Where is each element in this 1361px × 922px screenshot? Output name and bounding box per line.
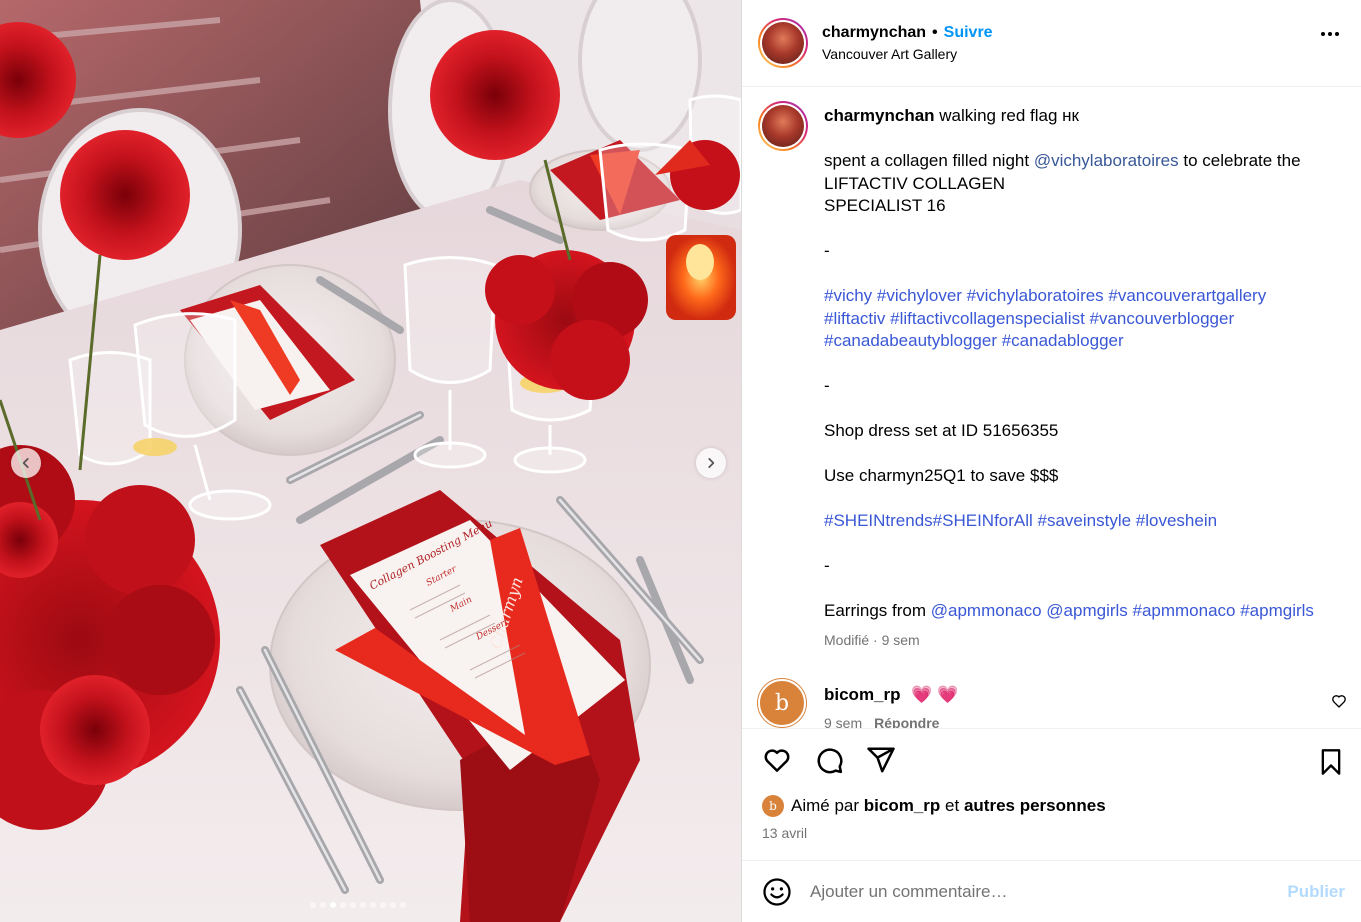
post-modal: Charmyn Collagen Boosting Menu Starter M… [0, 0, 1361, 922]
add-comment-bar: Publier [742, 860, 1361, 922]
comment-text: 💗 💗 [911, 685, 959, 704]
comment-age: 9 sem [824, 715, 863, 728]
carousel-next-button[interactable] [696, 448, 726, 478]
caption-username[interactable]: charmynchan [824, 106, 935, 125]
carousel-dot [330, 902, 336, 908]
post-header: charmynchan • Suivre Vancouver Art Galle… [742, 0, 1361, 87]
earrings-links[interactable]: @apmmonaco @apmgirls #apmmonaco #apmgirl… [931, 601, 1314, 620]
bookmark-icon[interactable] [1317, 747, 1345, 777]
post-media[interactable]: Charmyn Collagen Boosting Menu Starter M… [0, 0, 741, 922]
carousel-indicator [310, 902, 406, 908]
publish-button[interactable]: Publier [1287, 882, 1345, 902]
author-username[interactable]: charmynchan [822, 22, 926, 44]
promo-code-line: Use charmyn25Q1 to save $$$ [824, 466, 1059, 485]
post-sidebar: charmynchan • Suivre Vancouver Art Galle… [741, 0, 1361, 922]
caption-avatar[interactable] [758, 101, 808, 151]
post-date: 13 avril [762, 825, 808, 841]
liker-username[interactable]: bicom_rp [864, 796, 941, 816]
mention-link[interactable]: @vichylaboratoires [1034, 151, 1179, 170]
comment-like-icon[interactable] [1331, 693, 1347, 709]
chevron-right-icon [708, 458, 715, 468]
comment-item: b bicom_rp 💗 💗 9 sem Répondre [758, 679, 1347, 728]
carousel-dot [350, 902, 356, 908]
comment-icon[interactable] [814, 745, 844, 775]
carousel-dot [310, 902, 316, 908]
hashtag-links[interactable]: #SHEINtrends#SHEINforAll #saveinstyle #l… [824, 510, 1334, 533]
carousel-dot [360, 902, 366, 908]
carousel-dot [370, 902, 376, 908]
commenter-username[interactable]: bicom_rp [824, 685, 901, 704]
reply-button[interactable]: Répondre [874, 715, 939, 728]
caption-divider: - [824, 241, 830, 260]
carousel-dot [320, 902, 326, 908]
author-avatar[interactable] [758, 18, 808, 68]
shop-line: Shop dress set at ID 51656355 [824, 421, 1059, 440]
caption-paragraph: spent a collagen filled night @vichylabo… [824, 151, 1301, 215]
chevron-left-icon [22, 458, 29, 468]
follow-button[interactable]: Suivre [944, 22, 993, 44]
post-photo: Charmyn Collagen Boosting Menu Starter M… [0, 0, 741, 922]
likes-summary[interactable]: b Aimé par bicom_rp et autres personnes [762, 795, 1347, 817]
carousel-prev-button[interactable] [11, 448, 41, 478]
caption-divider: - [824, 376, 830, 395]
more-icon [1321, 32, 1325, 36]
earrings-line: Earrings from @apmmonaco @apmgirls #apmm… [824, 601, 1314, 620]
carousel-dot [340, 902, 346, 908]
other-likers-link[interactable]: autres personnes [964, 796, 1106, 816]
carousel-dot [390, 902, 396, 908]
liker-avatar: b [762, 795, 784, 817]
carousel-dot [380, 902, 386, 908]
heart-icon[interactable] [762, 745, 792, 775]
commenter-avatar[interactable]: b [758, 679, 806, 727]
more-options-button[interactable] [1321, 32, 1339, 36]
caption-meta: Modifié · 9 sem [824, 631, 920, 648]
post-location[interactable]: Vancouver Art Gallery [822, 45, 993, 64]
hashtag-links[interactable]: #vichy #vichylover #vichylaboratoires #v… [824, 285, 1334, 353]
comments-section[interactable]: charmynchan walking red flag нк spent a … [742, 87, 1361, 728]
caption-first-line: walking red flag нк [939, 106, 1079, 125]
header-separator: • [932, 23, 938, 41]
carousel-dot [400, 902, 406, 908]
post-actions: b Aimé par bicom_rp et autres personnes … [742, 728, 1361, 860]
caption-divider: - [824, 556, 830, 575]
share-icon[interactable] [866, 745, 896, 775]
emoji-icon[interactable] [762, 877, 792, 907]
post-caption: charmynchan walking red flag нк spent a … [758, 101, 1345, 651]
comment-input[interactable] [810, 881, 1250, 902]
